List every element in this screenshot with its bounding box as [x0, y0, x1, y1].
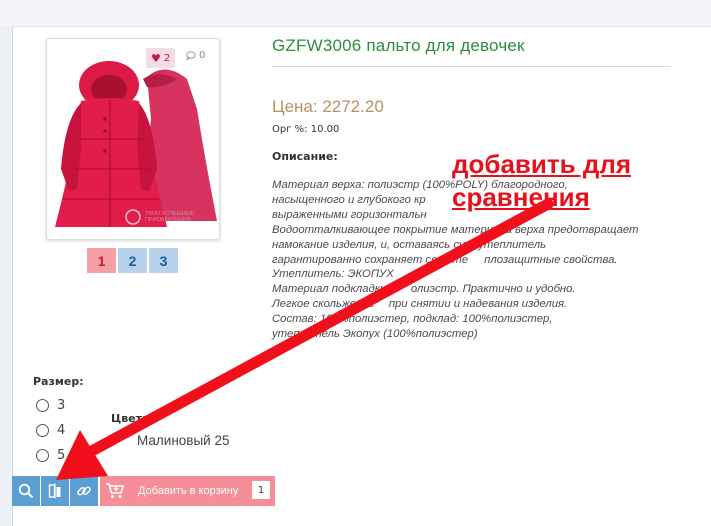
photo-pagination: 1 2 3 [87, 248, 178, 273]
page-3[interactable]: 3 [149, 248, 178, 273]
size-option-5[interactable]: 5 [36, 448, 65, 463]
coat-image [55, 61, 217, 227]
copy-link-button[interactable] [70, 476, 98, 506]
annotation-line-1: добавить для [452, 149, 632, 179]
size-option-4[interactable]: 4 [36, 423, 65, 438]
cart-add-icon [100, 482, 130, 500]
title-divider [272, 66, 671, 67]
comment-count: 0 [199, 50, 206, 61]
heart-icon: ♥ [151, 51, 161, 65]
add-to-cart-button[interactable]: Добавить в корзину 1 [100, 476, 275, 506]
radio-button[interactable] [36, 449, 49, 462]
annotation-line-2: сравнения [452, 182, 590, 212]
top-strip [0, 0, 711, 26]
like-count: 2 [163, 52, 171, 64]
page-1[interactable]: 1 [87, 248, 116, 273]
description-line: гарантированно сохраняет свои те плозащит… [272, 253, 618, 266]
color-value: Малиновый 25 [137, 433, 230, 448]
product-toolbar: Добавить в корзину 1 [12, 476, 275, 506]
radio-button[interactable] [36, 399, 49, 412]
size-label: Размер: [33, 375, 84, 388]
compare-annotation: добавить для сравнения [452, 148, 692, 214]
description-label: Описание: [272, 150, 338, 163]
description-line: Легкое скольжение при снятии и надевания … [272, 298, 568, 311]
product-price: Цена: 2272.20 [272, 97, 384, 116]
comment-icon [186, 51, 196, 60]
size-option-3[interactable]: 3 [36, 398, 65, 413]
comments-counter[interactable]: 0 [186, 50, 205, 61]
product-photo[interactable]: ТВОИ УСПЕШНЫЕ ПРИОБРЕТЕНИЯ [46, 38, 220, 240]
description-line: намокание изделия, и, оставаясь сух утепл… [272, 238, 547, 251]
photo-watermark-text: ТВОИ УСПЕШНЫЕ ПРИОБРЕТЕНИЯ [145, 211, 195, 223]
page-2[interactable]: 2 [118, 248, 147, 273]
radio-button[interactable] [36, 424, 49, 437]
quantity-input[interactable]: 1 [252, 481, 270, 499]
like-button[interactable]: ♥ 2 [146, 48, 176, 68]
description-line: Состав: 100%полиэстер, подклад: 100%поли… [272, 313, 553, 326]
description-line: Утеплитель: ЭКОПУХ [272, 268, 394, 281]
add-to-cart-label: Добавить в корзину [138, 485, 239, 497]
product-title: GZFW3006 пальто для девочек [272, 36, 525, 55]
compare-button[interactable] [41, 476, 69, 506]
link-icon [77, 486, 91, 496]
search-icon [18, 483, 34, 499]
description-line: Материал подкладки: п олиэстр. Практично … [272, 283, 576, 296]
quick-view-button[interactable] [12, 476, 40, 506]
org-percent: Орг %: 10.00 [272, 124, 340, 135]
compare-icon [48, 483, 61, 499]
color-label: Цвет: [111, 412, 147, 425]
description-line: утеплитель Экопух (100%полиэстер) [272, 328, 478, 341]
description-line: Водоотталкивающее покрытие материала вер… [272, 223, 639, 236]
